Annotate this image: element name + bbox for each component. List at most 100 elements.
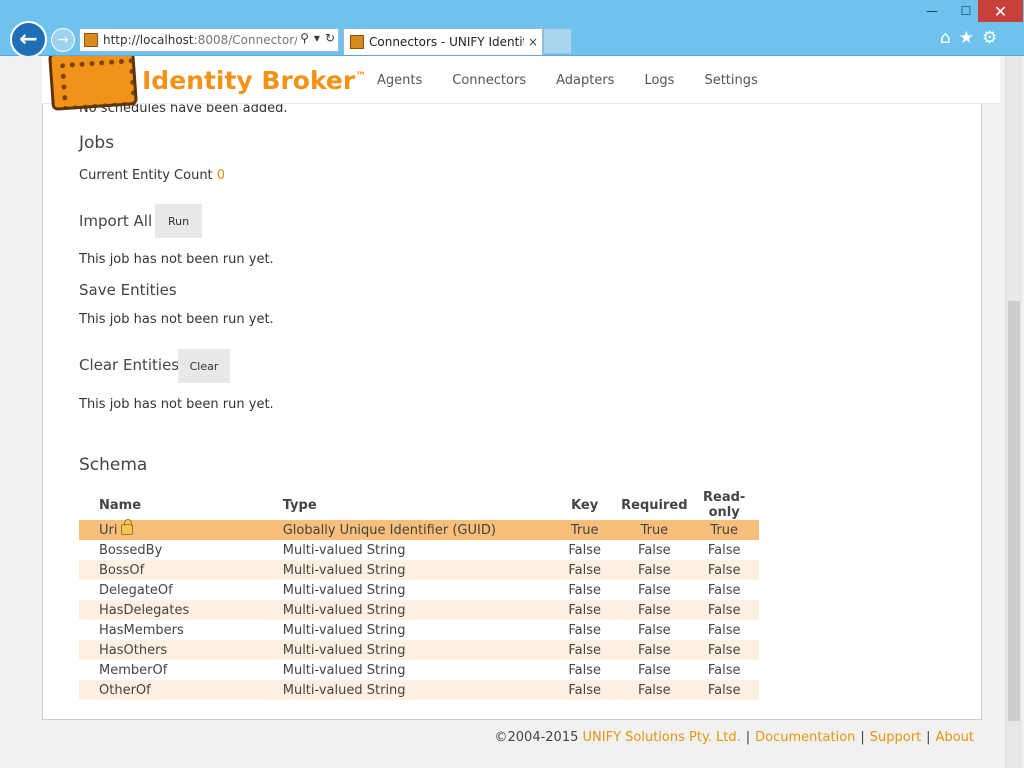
forward-arrow-icon: → — [57, 32, 69, 48]
entity-count: Current Entity Count 0 — [79, 168, 225, 183]
field-required: False — [638, 662, 671, 678]
field-key: False — [568, 622, 601, 638]
nav-logs[interactable]: Logs — [644, 73, 674, 88]
clear-entities-label: Clear Entities — [79, 356, 180, 374]
field-type: Globally Unique Identifier (GUID) — [282, 522, 496, 538]
field-name: HasDelegates — [99, 602, 190, 618]
top-nav: Agents Connectors Adapters Logs Settings — [377, 73, 788, 88]
address-bar-icons: ⚲ ▾ ↻ — [297, 31, 335, 45]
entity-count-value: 0 — [216, 168, 226, 183]
field-key: False — [568, 562, 601, 578]
close-window-button[interactable]: ✕ — [978, 0, 1023, 22]
site-header: Identity Broker™ Agents Connectors Adapt… — [42, 56, 1000, 111]
favorites-star-icon[interactable]: ★ — [959, 28, 974, 48]
search-icon[interactable]: ⚲ — [300, 31, 309, 45]
field-key: False — [568, 602, 601, 618]
forward-button[interactable]: → — [51, 28, 75, 52]
field-type: Multi-valued String — [282, 602, 406, 618]
footer-separator: | — [745, 730, 751, 745]
company-link[interactable]: UNIFY Solutions Pty. Ltd. — [583, 730, 741, 745]
table-row: MemberOf Multi-valued String False False… — [79, 660, 759, 680]
col-name-header: Name — [99, 497, 142, 513]
field-name: BossOf — [99, 562, 145, 578]
address-bar[interactable]: http://localhost:8008/Connector/C ⚲ ▾ ↻ — [79, 28, 339, 52]
field-name: MemberOf — [99, 662, 168, 678]
field-readonly: False — [707, 562, 741, 578]
refresh-icon[interactable]: ↻ — [325, 31, 335, 45]
schema-header-row: Name Type Key Required Read-only — [79, 490, 759, 520]
gear-icon[interactable]: ⚙ — [982, 28, 997, 48]
table-row: HasOthers Multi-valued String False Fals… — [79, 640, 759, 660]
field-name: Uri — [79, 518, 283, 540]
field-key: False — [568, 642, 601, 658]
tab-connectors[interactable]: Connectors - UNIFY Identit... × — [343, 28, 543, 55]
field-type: Multi-valued String — [282, 622, 406, 638]
field-name: DelegateOf — [99, 582, 173, 598]
clear-entities-status: This job has not been run yet. — [79, 397, 274, 412]
maze-logo-icon[interactable] — [48, 56, 138, 111]
import-all-label: Import All — [79, 212, 153, 230]
tab-title: Connectors - UNIFY Identit... — [369, 35, 524, 49]
field-readonly: False — [707, 682, 741, 698]
tab-favicon-icon — [350, 35, 364, 49]
field-readonly: False — [707, 642, 741, 658]
brand-title[interactable]: Identity Broker™ — [142, 66, 366, 95]
col-required-header: Required — [621, 497, 688, 513]
field-required: False — [638, 642, 671, 658]
page-viewport: No schedules have been added. Identity B… — [0, 56, 1024, 768]
field-key: False — [568, 542, 601, 558]
field-readonly: False — [707, 582, 741, 598]
field-readonly: False — [707, 622, 741, 638]
field-readonly: False — [707, 602, 741, 618]
col-key-header: Key — [571, 497, 599, 513]
nav-agents[interactable]: Agents — [377, 73, 422, 88]
tab-close-icon[interactable]: × — [524, 35, 542, 49]
table-row: Uri Globally Unique Identifier (GUID) Tr… — [79, 518, 759, 540]
home-icon[interactable]: ⌂ — [940, 28, 951, 48]
footer-separator: | — [926, 730, 931, 745]
field-type: Multi-valued String — [282, 662, 406, 678]
field-key: False — [568, 582, 601, 598]
field-key: True — [570, 522, 599, 538]
about-link[interactable]: About — [936, 730, 974, 745]
field-required: False — [638, 622, 671, 638]
clear-entities-button[interactable]: Clear — [178, 349, 230, 383]
field-type: Multi-valued String — [282, 682, 406, 698]
nav-connectors[interactable]: Connectors — [452, 73, 526, 88]
field-name: BossedBy — [99, 542, 163, 558]
chevron-down-icon[interactable]: ▾ — [314, 31, 320, 45]
new-tab-button[interactable] — [543, 28, 572, 54]
support-link[interactable]: Support — [870, 730, 921, 745]
nav-settings[interactable]: Settings — [704, 73, 757, 88]
table-row: BossedBy Multi-valued String False False… — [79, 540, 759, 560]
save-entities-status: This job has not been run yet. — [79, 312, 274, 327]
field-name: OtherOf — [99, 682, 151, 698]
vertical-scrollbar[interactable] — [1005, 56, 1022, 768]
table-row: DelegateOf Multi-valued String False Fal… — [79, 580, 759, 600]
import-all-status: This job has not been run yet. — [79, 252, 274, 267]
entity-count-label: Current Entity Count — [79, 168, 213, 183]
back-button[interactable]: ← — [10, 21, 47, 58]
schema-table: Name Type Key Required Read-only Uri Glo… — [79, 490, 759, 700]
url-text: http://localhost:8008/Connector/C — [103, 33, 307, 47]
page-footer: ©2004-2015 UNIFY Solutions Pty. Ltd. | Doc… — [495, 730, 974, 745]
import-all-run-button[interactable]: Run — [155, 204, 202, 238]
documentation-link[interactable]: Documentation — [755, 730, 855, 745]
table-row: OtherOf Multi-valued String False False … — [79, 680, 759, 700]
field-required: False — [638, 582, 671, 598]
footer-separator: | — [860, 730, 865, 745]
scrollbar-thumb[interactable] — [1008, 301, 1020, 721]
jobs-heading: Jobs — [79, 133, 115, 153]
brand-name: Identity Broker — [142, 66, 356, 95]
field-type: Multi-valued String — [282, 642, 406, 658]
nav-adapters[interactable]: Adapters — [556, 73, 614, 88]
field-readonly: False — [707, 542, 741, 558]
minimize-button[interactable]: — — [915, 0, 949, 22]
field-name-text: Uri — [99, 522, 118, 538]
col-type-header: Type — [282, 497, 317, 513]
field-type: Multi-valued String — [282, 542, 406, 558]
field-required: True — [640, 522, 669, 538]
url-path: :8008/Connector/C — [193, 33, 307, 47]
field-required: False — [638, 542, 671, 558]
site-favicon-icon — [84, 33, 98, 47]
